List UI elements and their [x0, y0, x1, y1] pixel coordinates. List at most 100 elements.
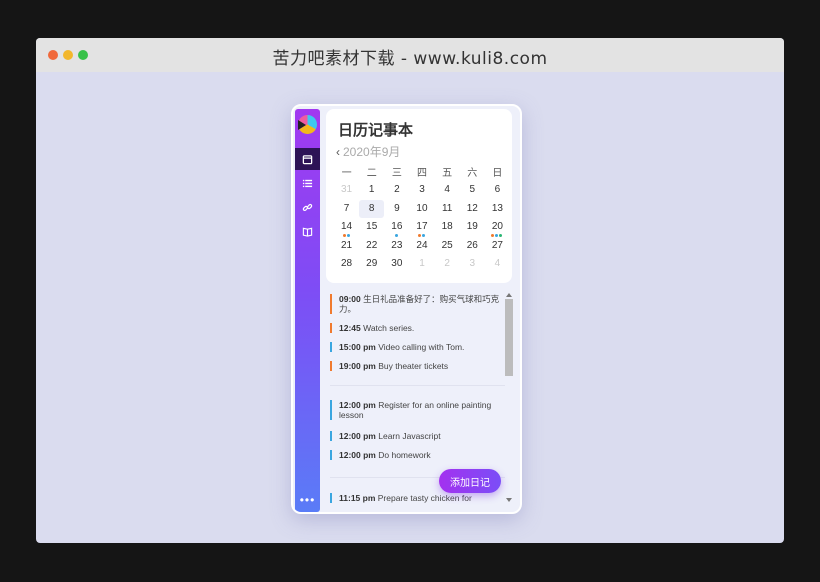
day-number: 5: [469, 184, 476, 195]
calendar-day[interactable]: 27: [485, 237, 510, 256]
add-diary-button[interactable]: 添加日记: [439, 469, 501, 493]
event-item[interactable]: 19:00 pm Buy theater tickets: [330, 361, 502, 371]
event-time: 15:00 pm: [339, 342, 376, 352]
day-number: 19: [466, 221, 478, 232]
calendar-day[interactable]: 28: [334, 255, 359, 274]
day-number: 26: [466, 239, 478, 251]
calendar-day[interactable]: 3: [409, 181, 434, 200]
calendar-day[interactable]: 15: [359, 218, 384, 237]
calendar-day[interactable]: 17: [409, 218, 434, 237]
sidebar: •••: [295, 109, 320, 512]
day-number: 30: [391, 258, 403, 269]
day-number: 4: [444, 184, 450, 195]
calendar-day[interactable]: 20: [485, 218, 510, 237]
day-number: 1: [368, 184, 375, 195]
calendar-day[interactable]: 26: [460, 237, 485, 256]
event-text: Prepare tasty chicken for: [377, 493, 472, 503]
calendar-day[interactable]: 1: [409, 255, 434, 274]
event-text: Learn Javascript: [378, 431, 441, 441]
calendar-day[interactable]: 5: [460, 181, 485, 200]
more-options-button[interactable]: •••: [295, 493, 320, 507]
calendar-day[interactable]: 4: [485, 255, 510, 274]
calendar-day[interactable]: 12: [460, 200, 485, 219]
calendar-day[interactable]: 25: [435, 237, 460, 256]
calendar-day[interactable]: 18: [435, 218, 460, 237]
event-item[interactable]: 15:00 pm Video calling with Tom.: [330, 342, 502, 352]
event-item[interactable]: 12:00 pm Register for an online painting…: [330, 400, 502, 420]
calendar-day[interactable]: 4: [435, 181, 460, 200]
event-list-scrollbar[interactable]: [504, 289, 514, 504]
event-item[interactable]: 09:00 生日礼品准备好了：购买气球和巧克力。: [330, 294, 502, 314]
sidebar-item-list[interactable]: [295, 172, 320, 194]
day-number: 2: [394, 184, 400, 195]
day-number: 31: [341, 184, 353, 195]
weekday-label: 二: [366, 168, 377, 179]
weekday-header: 一二三四五六日: [334, 164, 510, 179]
browser-window: 苦力吧素材下载 - www.kuli8.com ••• 日历记事本 ‹ 2020年…: [36, 38, 784, 543]
calendar-day[interactable]: 2: [384, 181, 409, 200]
day-number: 8: [368, 202, 375, 214]
event-item[interactable]: 11:15 pm Prepare tasty chicken for: [330, 493, 502, 503]
day-number: 29: [366, 258, 378, 269]
weekday-label: 四: [416, 168, 427, 179]
sidebar-item-link[interactable]: [295, 196, 320, 218]
event-text: Buy theater tickets: [378, 361, 449, 371]
calendar-day[interactable]: 31: [334, 181, 359, 200]
calendar-day[interactable]: 10: [409, 200, 434, 219]
prev-month-icon[interactable]: ‹: [336, 145, 340, 159]
calendar-day[interactable]: 14: [334, 218, 359, 237]
calendar-day[interactable]: 1: [359, 181, 384, 200]
month-label[interactable]: 2020年9月: [343, 145, 400, 159]
calendar-day[interactable]: 21: [334, 237, 359, 256]
calendar-day[interactable]: 11: [435, 200, 460, 219]
calendar-day[interactable]: 29: [359, 255, 384, 274]
calendar-day[interactable]: 19: [460, 218, 485, 237]
calendar-card: 日历记事本 ‹ 2020年9月 一二三四五六日 31 1 2 3 4 5 6 7 8 9 10 11 12…: [326, 109, 512, 283]
link-icon: [302, 203, 313, 211]
day-number: 25: [441, 239, 453, 251]
month-navigation: ‹ 2020年9月: [336, 143, 400, 160]
calendar-day[interactable]: 7: [334, 200, 359, 219]
event-time: 12:00 pm: [339, 431, 376, 441]
calendar-day[interactable]: 23: [384, 237, 409, 256]
calendar-day[interactable]: 13: [485, 200, 510, 219]
calendar-day[interactable]: 6: [485, 181, 510, 200]
day-number: 14: [341, 221, 353, 232]
event-text: Video calling with Tom.: [378, 342, 465, 352]
day-number: 6: [494, 184, 501, 195]
calendar-day[interactable]: 16: [384, 218, 409, 237]
day-number: 22: [366, 239, 378, 251]
calendar-day[interactable]: 9: [384, 200, 409, 219]
day-number: 12: [466, 202, 478, 214]
scroll-down-arrow-icon[interactable]: [506, 498, 512, 502]
event-item[interactable]: 12:00 pm Do homework: [330, 450, 502, 460]
weekday-label: 五: [442, 168, 453, 179]
weekday-label: 六: [467, 168, 478, 179]
day-number: 20: [491, 221, 503, 232]
day-number: 13: [491, 202, 503, 214]
event-group-divider: [330, 385, 505, 386]
event-time: 12:00 pm: [339, 400, 376, 410]
calendar-day[interactable]: 22: [359, 237, 384, 256]
event-item[interactable]: 12:00 pm Learn Javascript: [330, 431, 502, 441]
calendar-day-selected[interactable]: 8: [359, 199, 385, 218]
calendar-day[interactable]: 2: [435, 255, 460, 274]
browser-title: 苦力吧素材下载 - www.kuli8.com: [272, 49, 548, 69]
book-icon: [302, 227, 313, 237]
event-item[interactable]: 12:45 Watch series.: [330, 323, 502, 333]
sidebar-item-book[interactable]: [295, 220, 320, 242]
event-text: 生日礼品准备好了：购买气球和巧克力。: [339, 294, 500, 314]
day-number: 21: [341, 239, 353, 251]
list-icon: [302, 179, 313, 187]
calendar-day[interactable]: 3: [460, 255, 485, 274]
day-number: 28: [341, 258, 353, 269]
scroll-up-arrow-icon[interactable]: [506, 293, 512, 297]
scrollbar-thumb[interactable]: [505, 299, 513, 376]
event-text: Do homework: [378, 450, 431, 460]
calendar-day[interactable]: 30: [384, 255, 409, 274]
day-number: 9: [394, 202, 400, 214]
sidebar-item-calendar[interactable]: [295, 148, 320, 170]
event-text: Watch series.: [363, 323, 415, 333]
calendar-day[interactable]: 24: [409, 237, 434, 256]
day-number: 4: [494, 258, 501, 269]
